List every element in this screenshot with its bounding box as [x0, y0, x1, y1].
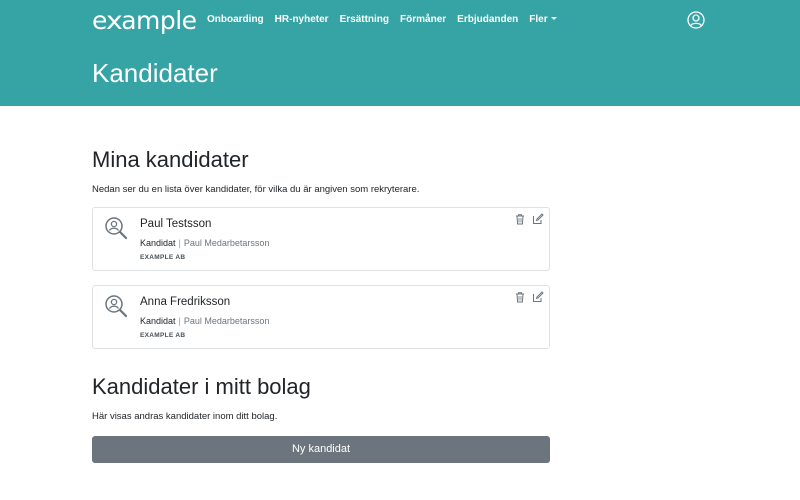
nav-item-fler-dropdown[interactable]: Fler: [529, 14, 557, 25]
candidate-name[interactable]: Anna Fredriksson: [140, 296, 230, 308]
card-actions: [514, 290, 544, 303]
edit-icon[interactable]: [532, 212, 544, 224]
candidate-search-icon: [104, 216, 128, 240]
nav-item-ersattning[interactable]: Ersättning: [340, 14, 389, 25]
nav-item-fler-label: Fler: [529, 14, 548, 25]
main-content: Mina kandidater Nedan ser du en lista öv…: [92, 146, 550, 463]
trash-icon[interactable]: [514, 290, 526, 303]
page-title: Kandidater: [92, 58, 218, 88]
nav-item-onboarding[interactable]: Onboarding: [207, 14, 264, 25]
trash-icon[interactable]: [514, 212, 526, 225]
card-actions: [514, 212, 544, 225]
header-banner: example Onboarding HR-nyheter Ersättning…: [0, 0, 800, 106]
candidate-name[interactable]: Paul Testsson: [140, 218, 211, 230]
logo-x: x: [105, 6, 123, 35]
candidate-role-line: Kandidat | Paul Medarbetarsson: [140, 316, 269, 326]
candidate-company: EXAMPLE AB: [140, 332, 186, 339]
company-candidates-title: Kandidater i mitt bolag: [92, 374, 311, 399]
my-candidates-description: Nedan ser du en lista över kandidater, f…: [92, 184, 420, 195]
new-candidate-button[interactable]: Ny kandidat: [92, 436, 550, 463]
candidate-manager: Paul Medarbetarsson: [183, 316, 270, 326]
candidate-card[interactable]: Paul Testsson Kandidat | Paul Medarbetarss…: [92, 207, 550, 271]
caret-down-icon: [550, 17, 557, 20]
nav-links: Onboarding HR-nyheter Ersättning Förmåne…: [207, 14, 568, 25]
candidate-search-icon: [104, 294, 128, 318]
candidate-role: Kandidat: [140, 238, 176, 248]
company-candidates-description: Här visas andras kandidater inom ditt bo…: [92, 411, 278, 422]
candidate-manager: Paul Medarbetarsson: [183, 238, 270, 248]
candidate-role: Kandidat: [140, 316, 176, 326]
candidate-role-line: Kandidat | Paul Medarbetarsson: [140, 238, 269, 248]
edit-icon[interactable]: [532, 290, 544, 302]
navbar: example Onboarding HR-nyheter Ersättning…: [0, 0, 800, 40]
logo-prefix: e: [92, 6, 107, 35]
user-circle-icon[interactable]: [687, 11, 705, 29]
candidate-company: EXAMPLE AB: [140, 254, 186, 261]
nav-item-erbjudanden[interactable]: Erbjudanden: [457, 14, 518, 25]
my-candidates-title: Mina kandidater: [92, 147, 249, 172]
logo-suffix: ample: [121, 6, 197, 35]
brand-logo[interactable]: example: [92, 6, 197, 35]
nav-item-hr-nyheter[interactable]: HR-nyheter: [275, 14, 329, 25]
separator: |: [178, 238, 181, 248]
candidate-card[interactable]: Anna Fredriksson Kandidat | Paul Medarbeta…: [92, 285, 550, 349]
nav-item-formaner[interactable]: Förmåner: [400, 14, 446, 25]
separator: |: [178, 316, 181, 326]
